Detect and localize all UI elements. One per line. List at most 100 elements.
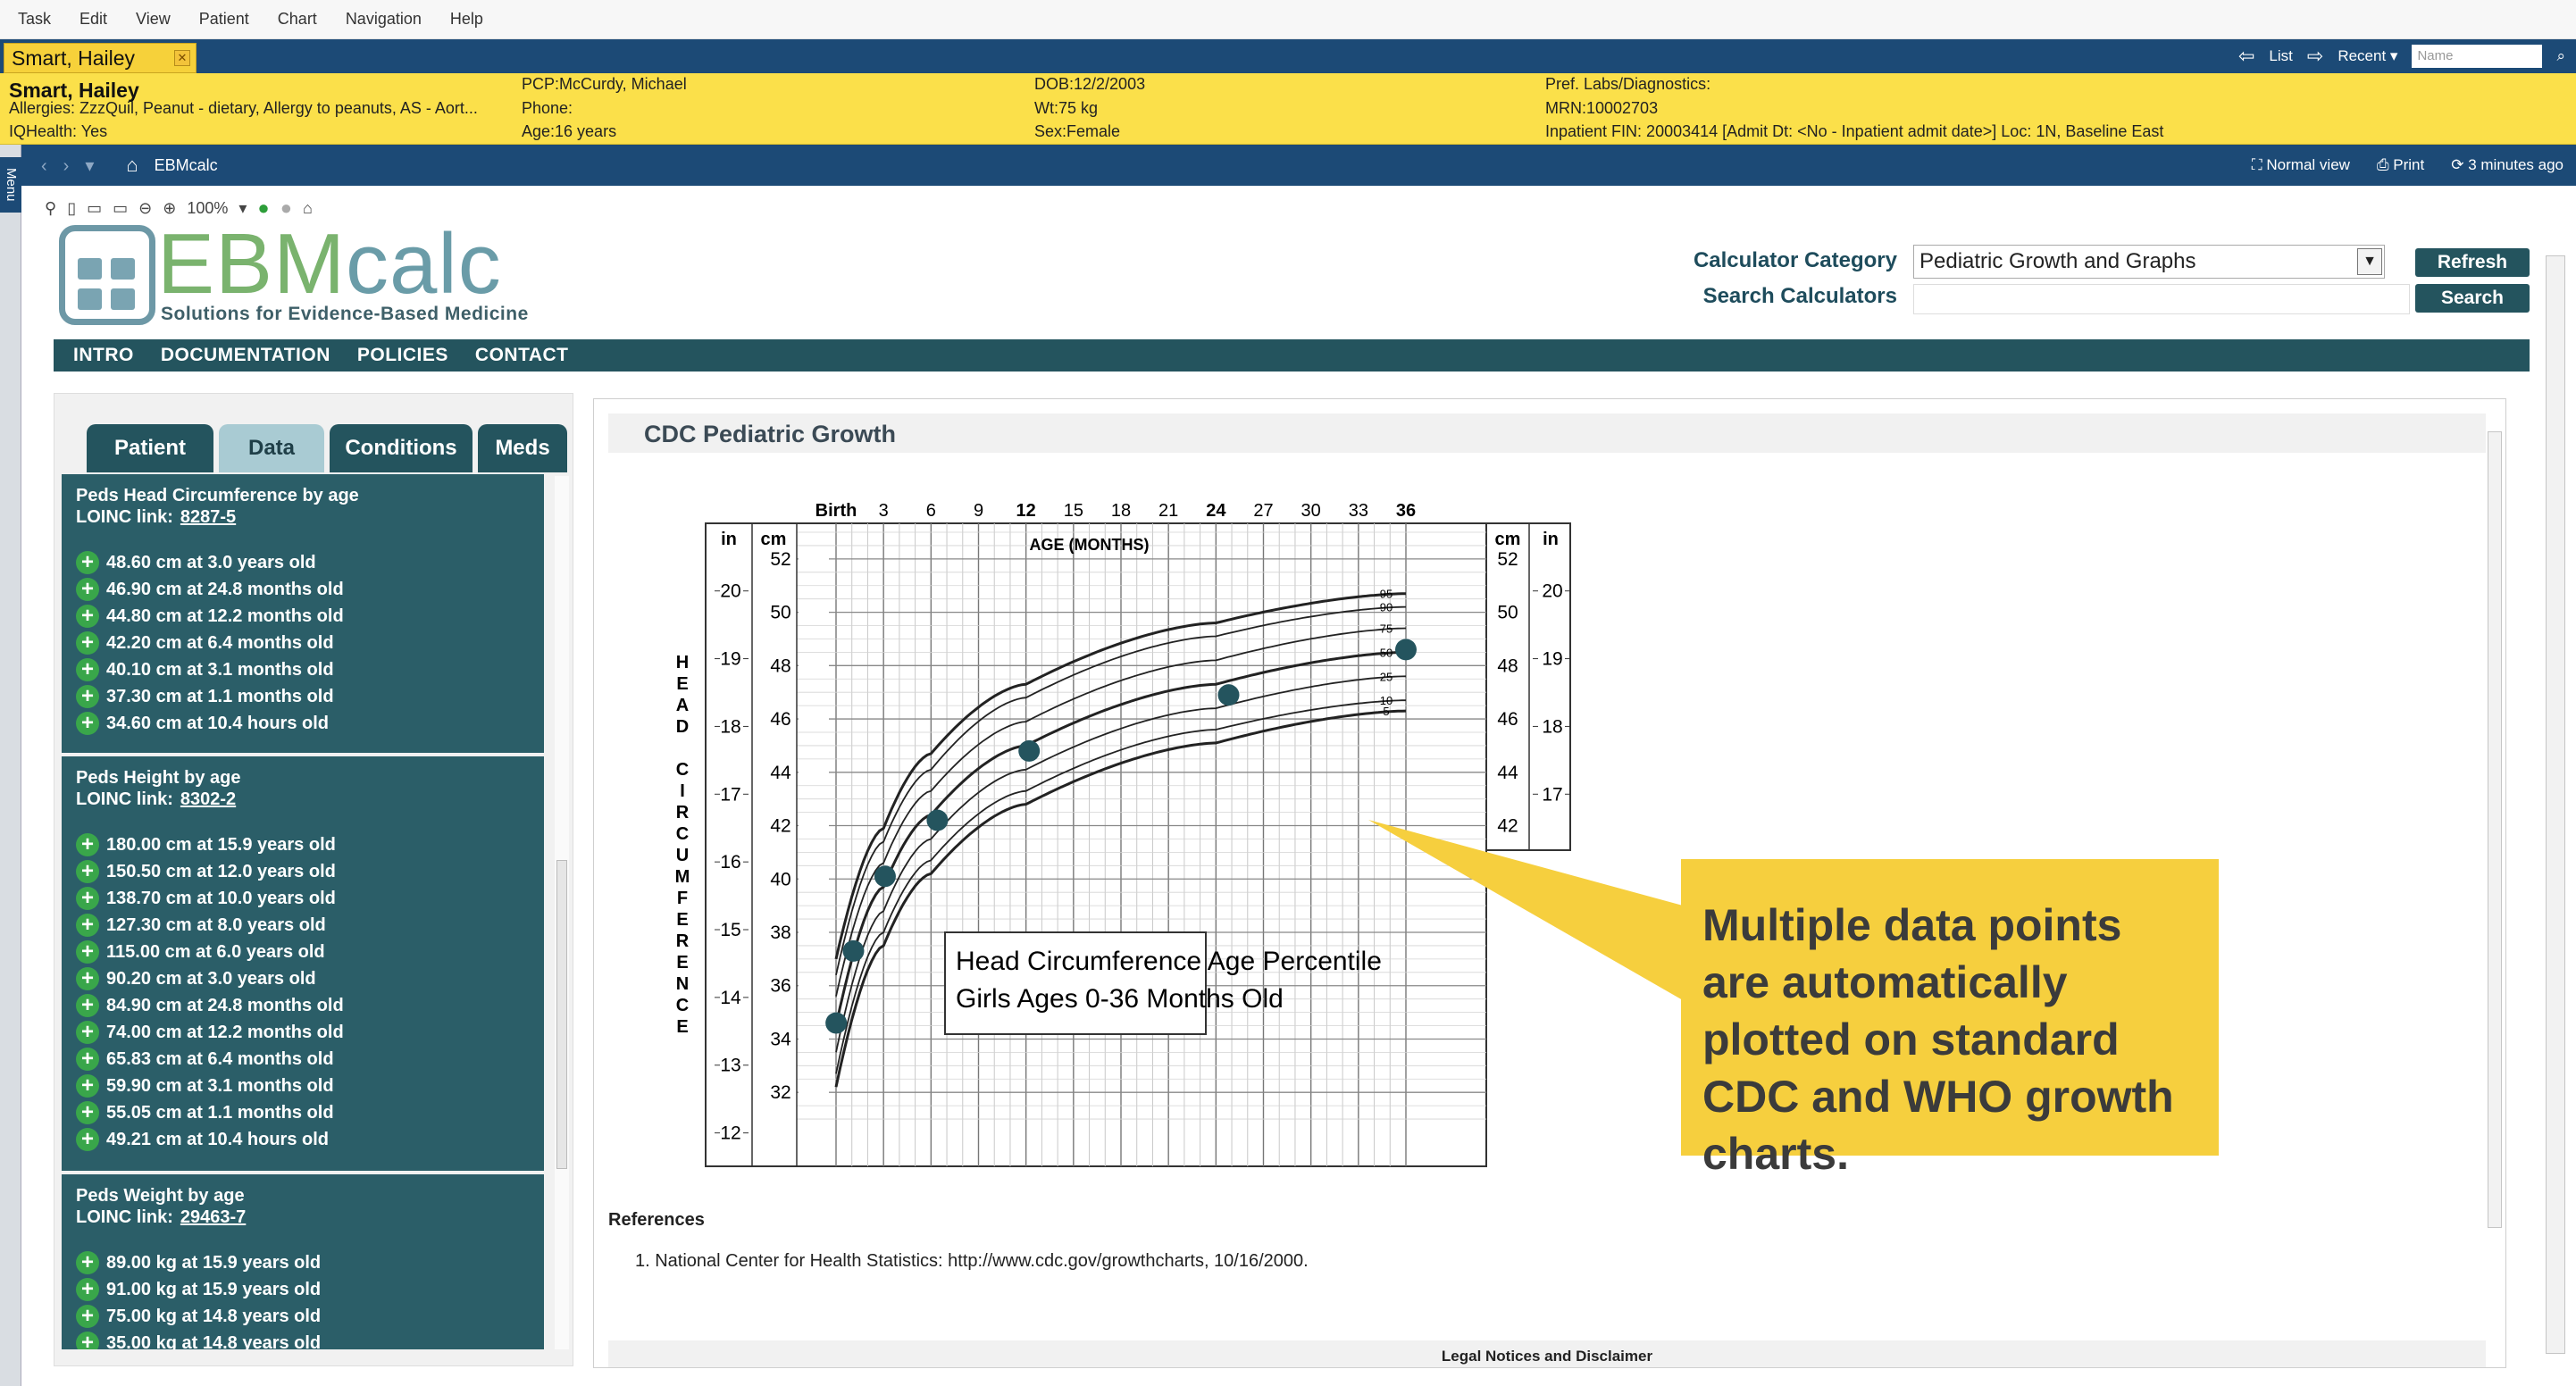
list-item[interactable]: +127.30 cm at 8.0 years old xyxy=(76,912,530,939)
tab-data[interactable]: Data xyxy=(219,424,324,472)
scroll-thumb[interactable] xyxy=(556,860,567,1169)
add-icon[interactable]: + xyxy=(76,967,99,990)
print-icon[interactable]: ▭ xyxy=(87,199,102,218)
menu-edit[interactable]: Edit xyxy=(79,10,107,29)
y-cm-tick-label: 44 xyxy=(770,763,791,783)
add-icon[interactable]: + xyxy=(76,712,99,735)
zoom-dropdown-icon[interactable]: ▾ xyxy=(238,199,247,218)
list-item[interactable]: +40.10 cm at 3.1 months old xyxy=(76,656,530,683)
add-icon[interactable]: + xyxy=(76,1278,99,1301)
nav-contact[interactable]: CONTACT xyxy=(475,345,569,366)
content-scrollbar[interactable] xyxy=(2484,405,2504,1362)
list-item[interactable]: +35.00 kg at 14.8 years old xyxy=(76,1330,530,1349)
search-input[interactable] xyxy=(1913,284,2410,314)
list-item[interactable]: +65.83 cm at 6.4 months old xyxy=(76,1046,530,1073)
refresh-status[interactable]: ⟳ 3 minutes ago xyxy=(2451,156,2563,174)
list-item[interactable]: +89.00 kg at 15.9 years old xyxy=(76,1249,530,1276)
list-item[interactable]: +49.21 cm at 10.4 hours old xyxy=(76,1126,530,1153)
menu-navigation[interactable]: Navigation xyxy=(346,10,422,29)
legal-notices-link[interactable]: Legal Notices and Disclaimer xyxy=(608,1340,2486,1367)
list-item[interactable]: +75.00 kg at 14.8 years old xyxy=(76,1303,530,1330)
back-arrow-icon[interactable]: ⇦ xyxy=(2238,45,2254,68)
nav-documentation[interactable]: DOCUMENTATION xyxy=(161,345,330,366)
nav-intro[interactable]: INTRO xyxy=(73,345,134,366)
list-item[interactable]: +55.05 cm at 1.1 months old xyxy=(76,1099,530,1126)
menu-patient[interactable]: Patient xyxy=(199,10,249,29)
list-item[interactable]: +150.50 cm at 12.0 years old xyxy=(76,858,530,885)
add-icon[interactable]: + xyxy=(76,833,99,856)
chevron-down-icon[interactable]: ▼ xyxy=(2357,248,2382,275)
nav-arrows-icon[interactable]: ‹›▾ xyxy=(41,154,110,177)
menu-task[interactable]: Task xyxy=(18,10,51,29)
tab-conditions[interactable]: Conditions xyxy=(330,424,473,472)
add-icon[interactable]: + xyxy=(76,1074,99,1098)
patient-name-field[interactable]: Name xyxy=(2412,45,2543,68)
page-scrollbar[interactable] xyxy=(2542,229,2569,1381)
export-icon[interactable]: ▭ xyxy=(113,199,128,218)
left-scrollbar[interactable] xyxy=(555,476,569,1349)
list-item[interactable]: +46.90 cm at 24.8 months old xyxy=(76,576,530,603)
add-icon[interactable]: + xyxy=(76,605,99,628)
search-icon[interactable]: ⌕ xyxy=(2556,47,2565,65)
tab-patient[interactable]: Patient xyxy=(87,424,213,472)
add-icon[interactable]: + xyxy=(76,631,99,655)
scroll-thumb[interactable] xyxy=(2488,431,2502,1228)
print-button[interactable]: ⎙ Print xyxy=(2377,156,2424,174)
list-item[interactable]: +59.90 cm at 3.1 months old xyxy=(76,1073,530,1099)
menu-help[interactable]: Help xyxy=(450,10,483,29)
list-item[interactable]: +84.90 cm at 24.8 months old xyxy=(76,992,530,1019)
add-icon[interactable]: + xyxy=(76,578,99,601)
tab-meds[interactable]: Meds xyxy=(478,424,567,472)
list-item[interactable]: +180.00 cm at 15.9 years old xyxy=(76,831,530,858)
category-select[interactable]: Pediatric Growth and Graphs ▼ xyxy=(1913,245,2385,279)
find-icon[interactable]: ⚲ xyxy=(45,199,56,218)
recent-button[interactable]: Recent ▾ xyxy=(2338,47,2397,65)
add-icon[interactable]: + xyxy=(76,940,99,964)
add-icon[interactable]: + xyxy=(76,887,99,910)
list-item[interactable]: +91.00 kg at 15.9 years old xyxy=(76,1276,530,1303)
add-icon[interactable]: + xyxy=(76,860,99,883)
add-icon[interactable]: + xyxy=(76,1251,99,1274)
add-icon[interactable]: + xyxy=(76,1305,99,1328)
add-icon[interactable]: + xyxy=(76,658,99,681)
menu-chart[interactable]: Chart xyxy=(278,10,317,29)
add-icon[interactable]: + xyxy=(76,551,99,574)
list-item[interactable]: +42.20 cm at 6.4 months old xyxy=(76,630,530,656)
list-item[interactable]: +138.70 cm at 10.0 years old xyxy=(76,885,530,912)
list-item[interactable]: +74.00 cm at 12.2 months old xyxy=(76,1019,530,1046)
side-menu-button[interactable]: Menu xyxy=(0,157,21,213)
loinc-link[interactable]: 8287-5 xyxy=(180,507,236,527)
menu-view[interactable]: View xyxy=(136,10,171,29)
list-item[interactable]: +48.60 cm at 3.0 years old xyxy=(76,549,530,576)
home-page-icon[interactable]: ⌂ xyxy=(303,199,313,218)
add-icon[interactable]: + xyxy=(76,914,99,937)
list-item[interactable]: +90.20 cm at 3.0 years old xyxy=(76,965,530,992)
forward-arrow-icon[interactable]: ⇨ xyxy=(2307,45,2323,68)
nav-policies[interactable]: POLICIES xyxy=(357,345,448,366)
loinc-link[interactable]: 29463-7 xyxy=(180,1207,246,1227)
page-icon[interactable]: ▯ xyxy=(67,199,76,218)
add-icon[interactable]: + xyxy=(76,994,99,1017)
home-icon[interactable]: ⌂ xyxy=(126,154,138,177)
normal-view-button[interactable]: ⛶ Normal view xyxy=(2252,156,2350,174)
add-icon[interactable]: + xyxy=(76,1048,99,1071)
add-icon[interactable]: + xyxy=(76,1128,99,1151)
add-icon[interactable]: + xyxy=(76,1332,99,1349)
add-icon[interactable]: + xyxy=(76,1101,99,1124)
close-icon[interactable]: ✕ xyxy=(174,50,190,66)
patient-tab[interactable]: Smart, Hailey ✕ xyxy=(4,43,197,73)
list-item[interactable]: +115.00 cm at 6.0 years old xyxy=(76,939,530,965)
zoom-in-icon[interactable]: ⊕ xyxy=(163,199,176,218)
add-icon[interactable]: + xyxy=(76,1021,99,1044)
search-button[interactable]: Search xyxy=(2415,284,2530,313)
add-icon[interactable]: + xyxy=(76,685,99,708)
list-button[interactable]: List xyxy=(2269,47,2292,65)
refresh-button[interactable]: Refresh xyxy=(2415,248,2530,277)
list-item[interactable]: +44.80 cm at 12.2 months old xyxy=(76,603,530,630)
loinc-link[interactable]: 8302-2 xyxy=(180,789,236,809)
zoom-out-icon[interactable]: ⊖ xyxy=(138,199,152,218)
list-item[interactable]: +37.30 cm at 1.1 months old xyxy=(76,683,530,710)
list-item[interactable]: +34.60 cm at 10.4 hours old xyxy=(76,710,530,737)
scroll-thumb[interactable] xyxy=(2546,255,2565,1354)
zoom-level[interactable]: 100% xyxy=(187,199,228,218)
